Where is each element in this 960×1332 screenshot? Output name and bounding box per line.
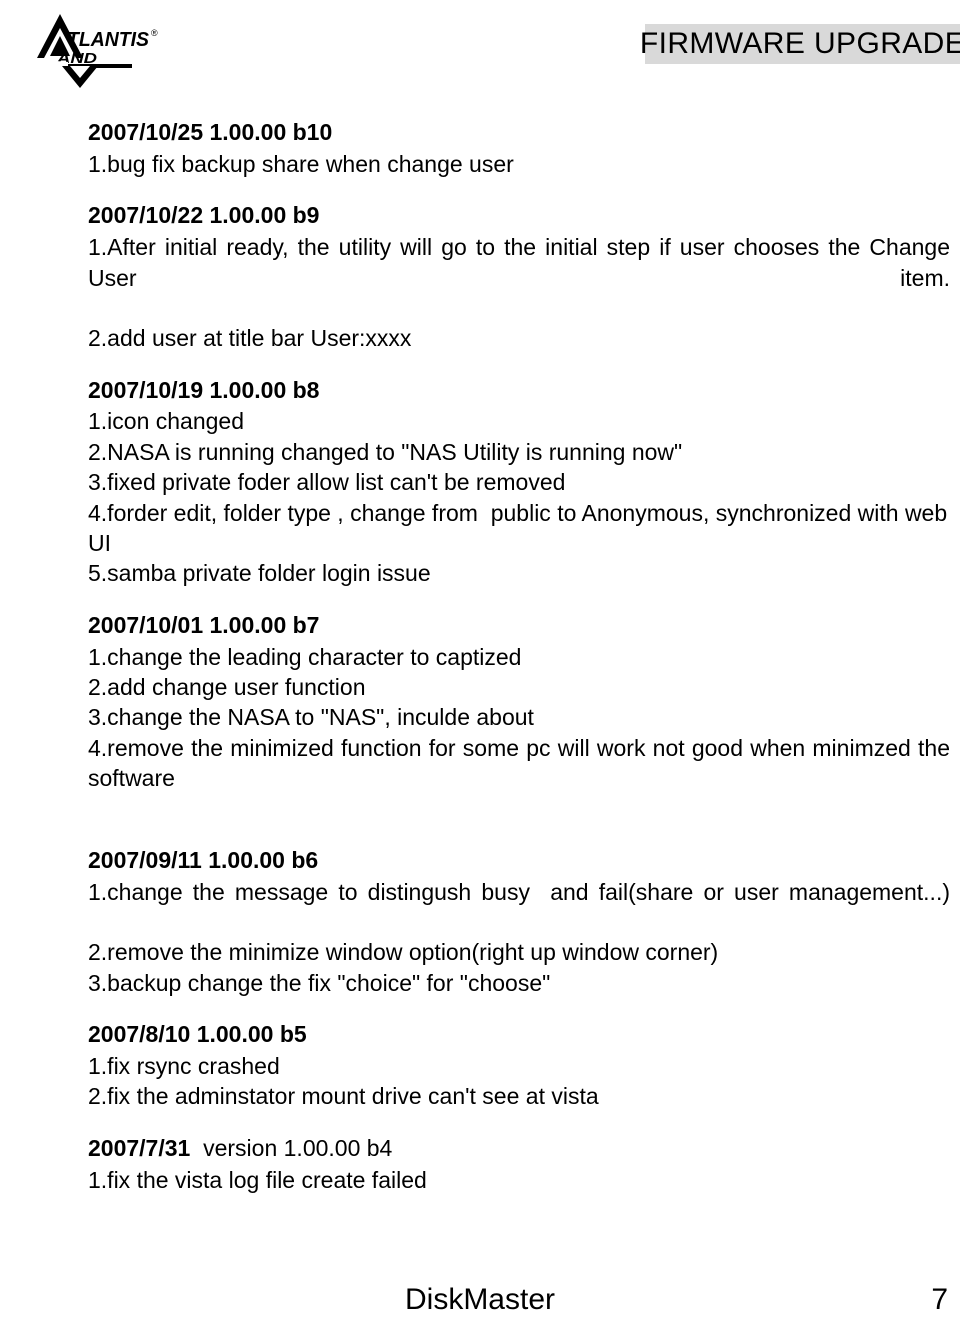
release-item: 2.add change user function [88,673,366,700]
release-item: 4.remove the minimized function for some… [88,734,957,791]
release-entry: 2007/10/22 1.00.00 b9 1.After initial re… [88,201,950,353]
release-heading: 2007/10/22 1.00.00 b9 [88,202,320,229]
release-item: 2.NASA is running changed to "NAS Utilit… [88,438,683,465]
release-heading: 2007/10/25 1.00.00 b10 [88,119,333,145]
release-item-list: 1.After initial ready, the utility will … [88,232,950,353]
release-item: 5.samba private folder login issue [88,560,431,587]
footer-product-name: DiskMaster [404,1283,555,1316]
release-heading: 2007/7/31 version 1.00.00 b4 [88,1134,950,1164]
release-entry: 2007/10/01 1.00.00 b7 1.change the leadi… [88,611,950,824]
release-item-list: 1.fix the vista log file create failed [88,1165,950,1195]
atlantis-land-logo: TLANTIS ® AND [20,6,180,88]
release-item: 1.After initial ready, the utility will … [88,234,957,291]
release-notes-content: 2007/10/25 1.00.00 b10 1.bug fix backup … [88,118,950,1195]
release-item-list: 1.change the leading character to captiz… [88,642,950,824]
release-entry: 2007/10/19 1.00.00 b8 1.icon changed 2.N… [88,376,950,589]
release-item: 4.forder edit, folder type , change from… [88,499,954,556]
release-entry: 2007/09/11 1.00.00 b6 1.change the messa… [88,846,950,998]
release-item: 1.bug fix backup share when change user [88,150,514,177]
release-entry: 2007/7/31 version 1.00.00 b4 1.fix the v… [88,1134,950,1195]
release-item: 1.change the message to distingush busy … [88,878,950,905]
page-title: FIRMWARE UPGRADE [639,27,960,60]
release-entry: 2007/10/25 1.00.00 b10 1.bug fix backup … [88,118,950,179]
release-item: 1.icon changed [88,408,245,435]
release-heading-version: version 1.00.00 b4 [196,1134,393,1161]
release-item: 2.fix the adminstator mount drive can't … [88,1083,599,1110]
release-item: 2.remove the minimize window option(righ… [88,939,719,966]
release-item-list: 1.bug fix backup share when change user [88,149,950,179]
release-item: 3.change the NASA to "NAS", inculde abou… [88,704,534,731]
release-item-list: 1.change the message to distingush busy … [88,877,950,998]
release-entry: 2007/8/10 1.00.00 b5 1.fix rsync crashed… [88,1020,950,1112]
release-heading: 2007/10/01 1.00.00 b7 [88,611,320,638]
release-item: 1.fix rsync crashed [88,1052,280,1079]
svg-text:®: ® [151,28,158,38]
footer-page-number: 7 [931,1283,948,1316]
release-item: 1.fix the vista log file create failed [88,1166,427,1193]
release-item: 3.fixed private foder allow list can't b… [88,469,566,496]
release-item-list: 1.icon changed 2.NASA is running changed… [88,406,950,588]
release-item-list: 1.fix rsync crashed 2.fix the adminstato… [88,1051,950,1112]
release-heading: 2007/8/10 1.00.00 b5 [88,1021,307,1047]
release-item: 1.change the leading character to captiz… [88,643,522,670]
page-footer: DiskMaster 7 [0,1278,960,1324]
release-heading: 2007/09/11 1.00.00 b6 [88,846,319,873]
release-heading-date: 2007/7/31 [88,1134,197,1161]
page-header: TLANTIS ® AND FIRMWARE UPGRADE [0,0,960,100]
release-heading: 2007/10/19 1.00.00 b8 [88,376,320,403]
header-title-highlight: FIRMWARE UPGRADE [640,24,960,64]
svg-text:TLANTIS: TLANTIS [67,29,150,51]
release-item: 3.backup change the fix "choice" for "ch… [88,969,551,996]
release-item: 2.add user at title bar User:xxxx [88,325,412,352]
